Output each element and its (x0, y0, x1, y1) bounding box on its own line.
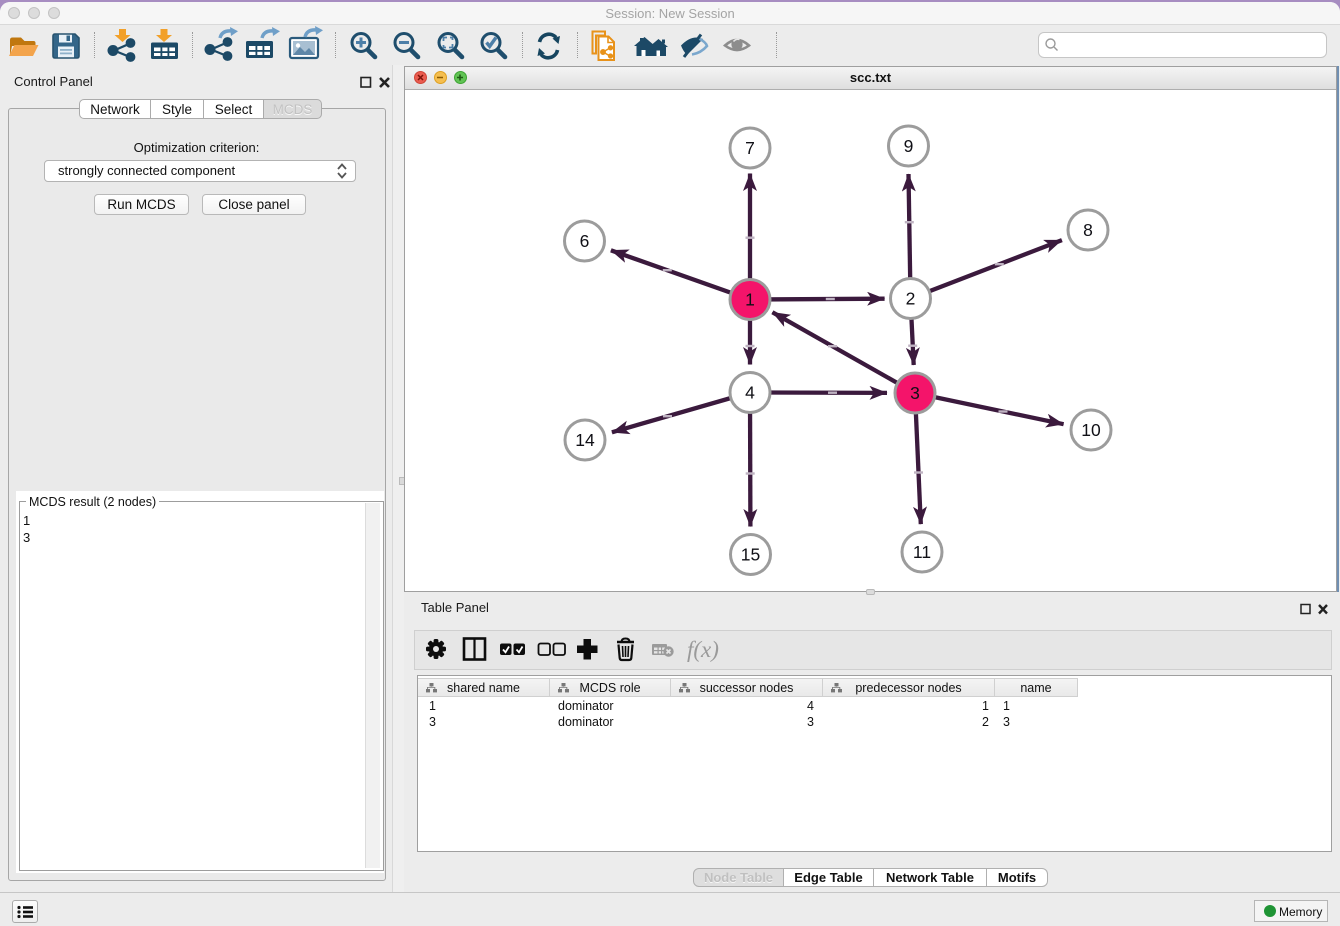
svg-text:4: 4 (745, 383, 755, 403)
svg-text:f(x): f(x) (687, 637, 719, 662)
svg-text:9: 9 (904, 136, 914, 156)
svg-text:7: 7 (745, 138, 755, 158)
svg-text:14: 14 (575, 430, 595, 450)
svg-text:1: 1 (745, 290, 755, 310)
svg-text:15: 15 (741, 545, 760, 565)
svg-text:11: 11 (913, 542, 931, 562)
svg-text:8: 8 (1083, 220, 1093, 240)
svg-text:6: 6 (580, 231, 590, 251)
svg-text:10: 10 (1081, 420, 1101, 440)
svg-text:2: 2 (906, 289, 916, 309)
svg-text:3: 3 (910, 383, 920, 403)
